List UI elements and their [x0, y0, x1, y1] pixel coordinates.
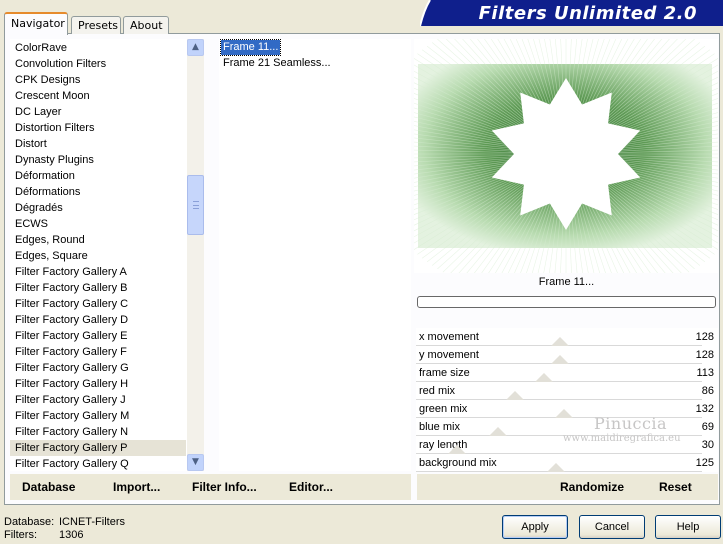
category-item[interactable]: Filter Factory Gallery J [10, 392, 186, 408]
category-item[interactable]: Edges, Round [10, 232, 186, 248]
slider-thumb[interactable] [506, 391, 524, 400]
progress-bar [417, 296, 716, 308]
watermark-url: www.maidiregrafica.eu [563, 433, 681, 444]
category-list[interactable]: ColorRave Convolution Filters CPK Designs C… [10, 39, 204, 471]
category-item[interactable]: Filter Factory Gallery C [10, 296, 186, 312]
slider-thumb[interactable] [547, 463, 565, 472]
scroll-up-button[interactable]: ▲ [187, 39, 204, 56]
category-item[interactable]: Distort [10, 136, 186, 152]
slider-thumb[interactable] [551, 355, 569, 364]
category-item[interactable]: ECWS [10, 216, 186, 232]
preview-area [366, 4, 723, 304]
slider-row[interactable]: frame size 113 [416, 364, 718, 382]
database-value: ICNET-Filters [59, 516, 125, 528]
slider-value: 69 [701, 421, 714, 433]
category-item[interactable]: Filter Factory Gallery Q [10, 456, 186, 472]
left-toolbar: Database Import... Filter Info... Editor… [10, 474, 411, 500]
category-item[interactable]: Filter Factory Gallery P [10, 440, 186, 456]
category-item[interactable]: Distortion Filters [10, 120, 186, 136]
database-button[interactable]: Database [22, 480, 75, 494]
right-toolbar: Randomize Reset [417, 474, 718, 500]
slider-value: 128 [695, 349, 714, 361]
category-item[interactable]: Filter Factory Gallery M [10, 408, 186, 424]
scroll-thumb[interactable] [187, 175, 204, 235]
cancel-button[interactable]: Cancel [579, 515, 645, 539]
category-item[interactable]: Dynasty Plugins [10, 152, 186, 168]
import-button[interactable]: Import... [113, 480, 160, 494]
category-scrollbar[interactable]: ▲ ▼ [187, 39, 204, 471]
filter-item[interactable]: Frame 21 Seamless... [221, 56, 333, 71]
slider-row[interactable]: x movement 128 [416, 328, 718, 346]
category-item[interactable]: Déformations [10, 184, 186, 200]
slider-thumb[interactable] [489, 427, 507, 436]
slider-row[interactable]: y movement 128 [416, 346, 718, 364]
slider-panel: x movement 128 y movement 128 frame size 113 r… [416, 328, 718, 472]
slider-value: 30 [701, 439, 714, 451]
category-item[interactable]: ColorRave [10, 40, 186, 56]
filters-count: 1306 [59, 529, 84, 541]
slider-thumb[interactable] [551, 337, 569, 346]
editor-button[interactable]: Editor... [289, 480, 333, 494]
scroll-down-button[interactable]: ▼ [187, 454, 204, 471]
filter-list[interactable]: Frame 11... Frame 21 Seamless... [219, 39, 411, 471]
slider-value: 113 [696, 367, 714, 379]
apply-button[interactable]: Apply [502, 515, 568, 539]
category-item[interactable]: Filter Factory Gallery B [10, 280, 186, 296]
category-item[interactable]: DC Layer [10, 104, 186, 120]
category-item[interactable]: Filter Factory Gallery G [10, 360, 186, 376]
tab-about[interactable]: About [123, 16, 169, 34]
app-title: Filters Unlimited 2.0 [478, 3, 697, 24]
category-item[interactable]: Filter Factory Gallery N [10, 424, 186, 440]
category-item[interactable]: Filter Factory Gallery H [10, 376, 186, 392]
slider-thumb[interactable] [448, 445, 466, 454]
slider-value: 125 [695, 457, 714, 469]
slider-row[interactable]: red mix 86 [416, 382, 718, 400]
grip-icon [193, 201, 199, 209]
slider-label: background mix [419, 457, 497, 469]
slider-value: 86 [701, 385, 714, 397]
database-label: Database: [4, 516, 55, 528]
category-item[interactable]: Filter Factory Gallery A [10, 264, 186, 280]
category-item[interactable]: Edges, Square [10, 248, 186, 264]
filter-info-button[interactable]: Filter Info... [192, 480, 257, 494]
help-button[interactable]: Help [655, 515, 721, 539]
category-item[interactable]: CPK Designs [10, 72, 186, 88]
category-item[interactable]: Dégradés [10, 200, 186, 216]
tab-navigator[interactable]: Navigator [4, 12, 68, 35]
preview-filter-name: Frame 11... [538, 276, 595, 288]
slider-label: frame size [419, 367, 470, 379]
slider-value: 128 [695, 331, 714, 343]
slider-thumb[interactable] [555, 409, 573, 418]
category-item[interactable]: Filter Factory Gallery D [10, 312, 186, 328]
category-item[interactable]: Convolution Filters [10, 56, 186, 72]
filter-item[interactable]: Frame 11... [219, 39, 282, 56]
randomize-button[interactable]: Randomize [560, 480, 624, 494]
slider-value: 132 [695, 403, 714, 415]
category-item[interactable]: Déformation [10, 168, 186, 184]
footer: Database: ICNET-Filters Filters: 1306 Ap… [0, 506, 723, 544]
category-item[interactable]: Filter Factory Gallery E [10, 328, 186, 344]
slider-label: green mix [419, 403, 468, 415]
slider-label: x movement [419, 331, 479, 343]
slider-label: blue mix [419, 421, 460, 433]
slider-label: y movement [419, 349, 479, 361]
category-item[interactable]: Crescent Moon [10, 88, 186, 104]
watermark-name: Pinuccia [594, 414, 668, 433]
slider-label: red mix [419, 385, 456, 397]
filters-label: Filters: [4, 529, 37, 541]
preview-image [366, 4, 723, 304]
slider-row[interactable]: green mix 132 [416, 400, 718, 418]
slider-thumb[interactable] [535, 373, 553, 382]
reset-button[interactable]: Reset [659, 480, 692, 494]
tab-presets[interactable]: Presets [71, 16, 121, 34]
title-banner: Filters Unlimited 2.0 [420, 0, 723, 28]
slider-row[interactable]: background mix 125 [416, 454, 718, 472]
category-item[interactable]: Filter Factory Gallery F [10, 344, 186, 360]
